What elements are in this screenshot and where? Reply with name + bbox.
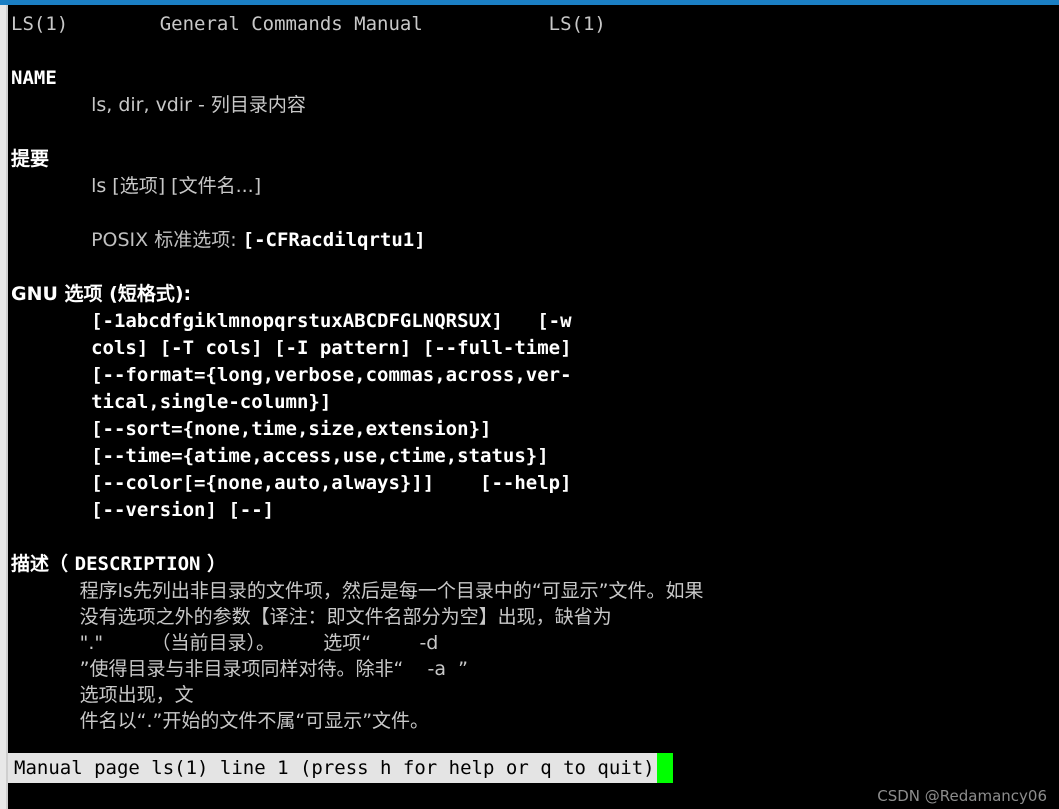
man-header-left: LS(1): [11, 13, 69, 35]
gnu-option-line: [--format={long,verbose,commas,across,ve…: [8, 362, 1059, 389]
description-text: 件名以“.”开始的文件不属“可显示”文件。: [79, 710, 430, 732]
csdn-watermark: CSDN @Redamancy06: [877, 787, 1047, 805]
description-text: 没有选项之外的参数【译注：即文件名部分为空】出现，缺省为: [79, 606, 612, 628]
description-heading-en: DESCRIPTION: [74, 553, 201, 575]
indent-g3: [11, 391, 91, 413]
indent-d2: [11, 632, 80, 654]
window-top-accent-bar: [0, 0, 1059, 5]
pager-status-text: Manual page ls(1) line 1 (press h for he…: [8, 753, 657, 783]
gnu-option-text: [--version] [--]: [91, 499, 275, 521]
indent-d5: [11, 710, 80, 732]
indent-g5: [11, 445, 91, 467]
description-line: "." （当前目录）。 选项“ -d: [8, 630, 1059, 656]
description-line: 没有选项之外的参数【译注：即文件名部分为空】出现，缺省为: [8, 604, 1059, 630]
pager-status-bar[interactable]: Manual page ls(1) line 1 (press h for he…: [8, 752, 1051, 784]
indent-g4: [11, 418, 91, 440]
gnu-option-line: cols] [-T cols] [-I pattern] [--full-tim…: [8, 335, 1059, 362]
gnu-option-text: [--time={atime,access,use,ctime,status}]: [91, 445, 549, 467]
terminal-cursor: [656, 753, 673, 783]
man-header-center: General Commands Manual: [159, 13, 423, 35]
description-text: ”使得目录与非目录项同样对待。除非“ -a ”: [79, 658, 468, 680]
gnu-option-line: [--color[={none,auto,always}]] [--help]: [8, 470, 1059, 497]
posix-options-value: [-CFRacdilqrtu1]: [242, 229, 426, 251]
section-heading-description: 描述（ DESCRIPTION ）: [8, 551, 1059, 578]
man-header-line: LS(1) General Commands Manual LS(1): [8, 11, 1059, 38]
header-gap-2: [423, 13, 549, 35]
indent-d1: [11, 606, 80, 628]
description-heading-cjk: 描述（: [11, 553, 75, 575]
indent-g1: [11, 337, 91, 359]
gnu-option-text: [--sort={none,time,size,extension}]: [91, 418, 492, 440]
name-body-text: ls, dir, vdir - 列目录内容: [91, 94, 306, 116]
description-heading-tail: ）: [200, 553, 227, 575]
gnu-option-line: [--time={atime,access,use,ctime,status}]: [8, 443, 1059, 470]
description-text: 选项出现，文: [79, 684, 194, 706]
section-heading-name: NAME: [11, 67, 57, 89]
synopsis-posix-line: POSIX 标准选项: [-CFRacdilqrtu1]: [8, 227, 1059, 254]
gnu-option-line: [--version] [--]: [8, 497, 1059, 524]
indent-g7: [11, 499, 91, 521]
indent-g0: [11, 310, 91, 332]
description-line: 程序ls先列出非目录的文件项，然后是每一个目录中的“可显示”文件。如果: [8, 578, 1059, 604]
window-left-edge-shadow: [6, 4, 8, 809]
description-text: "." （当前目录）。 选项“ -d: [79, 632, 439, 654]
gnu-option-text: [--format={long,verbose,commas,across,ve…: [91, 364, 572, 386]
description-line: ”使得目录与非目录项同样对待。除非“ -a ”: [8, 656, 1059, 682]
gnu-option-line: [-1abcdfgiklmnopqrstuxABCDFGLNQRSUX] [-w: [8, 308, 1059, 335]
synopsis-usage-line: ls [选项] [文件名...]: [8, 173, 1059, 200]
synopsis-usage-text: ls [选项] [文件名...]: [91, 175, 262, 197]
indent-d3: [11, 658, 80, 680]
header-gap-1: [68, 13, 160, 35]
indent-3: [11, 229, 91, 251]
gnu-option-line: [--sort={none,time,size,extension}]: [8, 416, 1059, 443]
posix-label: POSIX 标准选项:: [91, 229, 243, 251]
gnu-option-text: [--color[={none,auto,always}]] [--help]: [91, 472, 572, 494]
description-line: 件名以“.”开始的文件不属“可显示”文件。: [8, 708, 1059, 734]
man-header-right: LS(1): [548, 13, 606, 35]
indent-1: [11, 94, 91, 116]
indent-d4: [11, 684, 80, 706]
gnu-option-text: cols] [-T cols] [-I pattern] [--full-tim…: [91, 337, 572, 359]
section-body-name: ls, dir, vdir - 列目录内容: [8, 92, 1059, 119]
indent-d0: [11, 580, 80, 602]
gnu-option-text: [-1abcdfgiklmnopqrstuxABCDFGLNQRSUX] [-w: [91, 310, 572, 332]
indent-g2: [11, 364, 91, 386]
description-line: 选项出现，文: [8, 682, 1059, 708]
indent-g6: [11, 472, 91, 494]
gnu-option-text: tical,single-column}]: [91, 391, 332, 413]
description-text: 程序ls先列出非目录的文件项，然后是每一个目录中的“可显示”文件。如果: [79, 580, 704, 602]
terminal-window[interactable]: LS(1) General Commands Manual LS(1) NAME…: [8, 5, 1059, 809]
section-heading-synopsis: 提要: [11, 148, 50, 170]
indent-2: [11, 175, 91, 197]
man-page-content[interactable]: LS(1) General Commands Manual LS(1) NAME…: [8, 5, 1059, 762]
section-heading-gnu-options: GNU 选项 (短格式):: [11, 283, 192, 305]
gnu-option-line: tical,single-column}]: [8, 389, 1059, 416]
